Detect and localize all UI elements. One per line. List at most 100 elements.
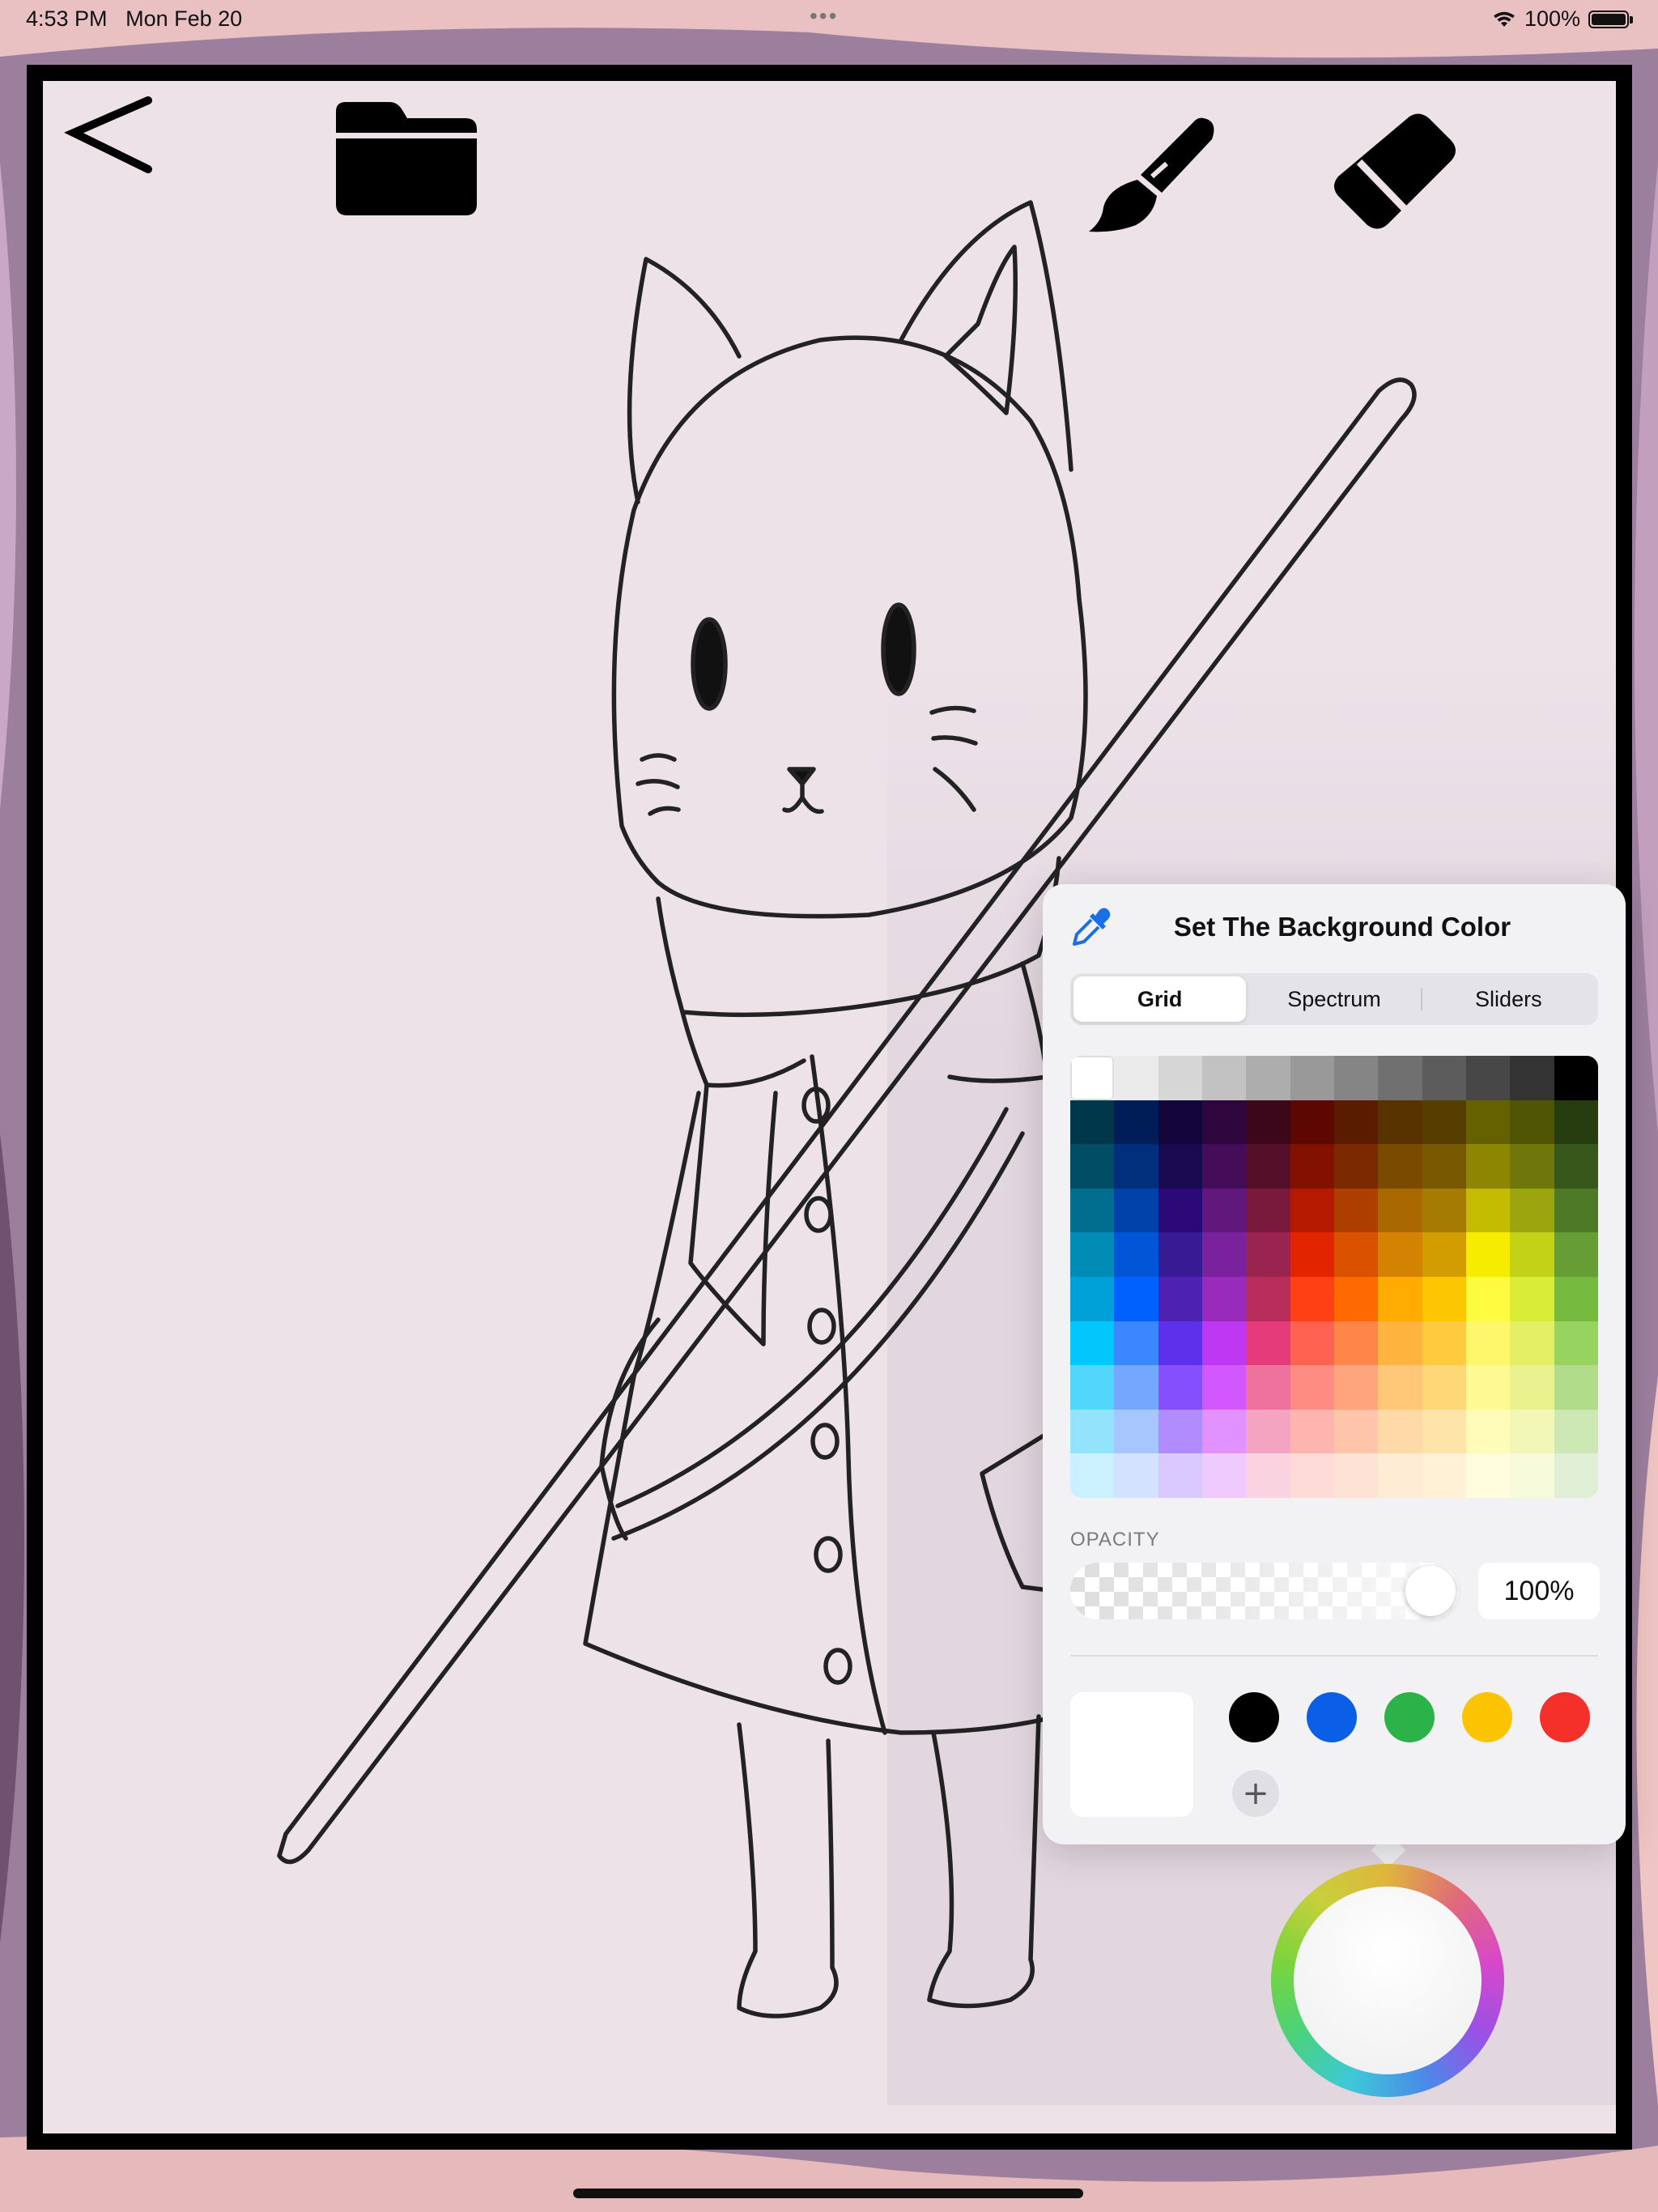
color-swatch[interactable] bbox=[1333, 1188, 1379, 1233]
color-swatch[interactable] bbox=[1510, 1409, 1554, 1454]
color-swatch[interactable] bbox=[1510, 1188, 1554, 1233]
color-swatch[interactable] bbox=[1465, 1188, 1511, 1233]
color-swatch[interactable] bbox=[1465, 1409, 1511, 1454]
color-swatch[interactable] bbox=[1554, 1232, 1598, 1277]
color-swatch[interactable] bbox=[1422, 1321, 1466, 1366]
tab-grid[interactable]: Grid bbox=[1073, 976, 1247, 1022]
color-swatch[interactable] bbox=[1201, 1056, 1247, 1100]
tab-spectrum[interactable]: Spectrum bbox=[1248, 976, 1420, 1022]
color-swatch[interactable] bbox=[1554, 1276, 1598, 1321]
color-swatch[interactable] bbox=[1422, 1453, 1466, 1498]
color-swatch[interactable] bbox=[1554, 1100, 1598, 1145]
color-swatch[interactable] bbox=[1290, 1188, 1334, 1233]
color-swatch[interactable] bbox=[1510, 1144, 1554, 1189]
color-swatch[interactable] bbox=[1422, 1365, 1466, 1410]
color-swatch[interactable] bbox=[1333, 1100, 1379, 1145]
color-swatch[interactable] bbox=[1554, 1453, 1598, 1498]
color-swatch[interactable] bbox=[1422, 1144, 1466, 1189]
color-swatch[interactable] bbox=[1510, 1056, 1554, 1100]
color-wheel-button[interactable] bbox=[1271, 1864, 1504, 2097]
opacity-slider-track[interactable] bbox=[1070, 1563, 1459, 1619]
color-swatch[interactable] bbox=[1465, 1276, 1511, 1321]
color-swatch[interactable] bbox=[1201, 1144, 1247, 1189]
color-swatch[interactable] bbox=[1070, 1276, 1115, 1321]
color-swatch[interactable] bbox=[1333, 1453, 1379, 1498]
color-swatch[interactable] bbox=[1246, 1409, 1290, 1454]
color-swatch[interactable] bbox=[1246, 1144, 1290, 1189]
color-swatch[interactable] bbox=[1290, 1056, 1334, 1100]
color-swatch[interactable] bbox=[1378, 1409, 1422, 1454]
color-swatch[interactable] bbox=[1378, 1365, 1422, 1410]
color-swatch[interactable] bbox=[1554, 1188, 1598, 1233]
color-swatch[interactable] bbox=[1246, 1453, 1290, 1498]
color-swatch[interactable] bbox=[1158, 1056, 1202, 1100]
color-swatch[interactable] bbox=[1158, 1453, 1202, 1498]
favorite-color-swatch[interactable] bbox=[1462, 1692, 1512, 1742]
home-indicator[interactable] bbox=[573, 2189, 1083, 2198]
color-swatch[interactable] bbox=[1290, 1276, 1334, 1321]
color-swatch[interactable] bbox=[1422, 1188, 1466, 1233]
color-swatch[interactable] bbox=[1290, 1232, 1334, 1277]
opacity-value-field[interactable]: 100% bbox=[1478, 1563, 1600, 1619]
color-swatch[interactable] bbox=[1070, 1232, 1115, 1277]
color-swatch[interactable] bbox=[1246, 1276, 1290, 1321]
color-swatch[interactable] bbox=[1070, 1100, 1115, 1145]
color-swatch[interactable] bbox=[1158, 1100, 1202, 1145]
color-swatch[interactable] bbox=[1201, 1100, 1247, 1145]
color-swatch[interactable] bbox=[1070, 1321, 1115, 1366]
color-swatch[interactable] bbox=[1333, 1232, 1379, 1277]
color-swatch[interactable] bbox=[1378, 1056, 1422, 1100]
color-swatch[interactable] bbox=[1114, 1056, 1158, 1100]
color-swatch[interactable] bbox=[1114, 1321, 1158, 1366]
color-swatch[interactable] bbox=[1290, 1100, 1334, 1145]
color-swatch[interactable] bbox=[1070, 1409, 1115, 1454]
color-swatch[interactable] bbox=[1333, 1321, 1379, 1366]
color-swatch[interactable] bbox=[1158, 1409, 1202, 1454]
color-swatch[interactable] bbox=[1158, 1188, 1202, 1233]
color-swatch[interactable] bbox=[1333, 1056, 1379, 1100]
color-swatch[interactable] bbox=[1246, 1365, 1290, 1410]
color-swatch[interactable] bbox=[1465, 1365, 1511, 1410]
color-swatch[interactable] bbox=[1158, 1365, 1202, 1410]
brush-button[interactable] bbox=[1082, 112, 1220, 233]
color-swatch[interactable] bbox=[1114, 1409, 1158, 1454]
color-swatch[interactable] bbox=[1158, 1232, 1202, 1277]
color-swatch[interactable] bbox=[1201, 1276, 1247, 1321]
color-swatch[interactable] bbox=[1246, 1100, 1290, 1145]
color-swatch[interactable] bbox=[1465, 1100, 1511, 1145]
color-swatch[interactable] bbox=[1510, 1232, 1554, 1277]
color-swatch[interactable] bbox=[1378, 1453, 1422, 1498]
color-swatch[interactable] bbox=[1114, 1232, 1158, 1277]
color-swatch[interactable] bbox=[1554, 1056, 1598, 1100]
color-swatch[interactable] bbox=[1378, 1276, 1422, 1321]
color-swatch[interactable] bbox=[1246, 1232, 1290, 1277]
color-swatch[interactable] bbox=[1510, 1365, 1554, 1410]
color-swatch[interactable] bbox=[1465, 1321, 1511, 1366]
color-swatch[interactable] bbox=[1201, 1453, 1247, 1498]
color-swatch[interactable] bbox=[1114, 1100, 1158, 1145]
color-swatch[interactable] bbox=[1114, 1453, 1158, 1498]
color-swatch[interactable] bbox=[1114, 1144, 1158, 1189]
add-favorite-button[interactable]: + bbox=[1232, 1770, 1279, 1817]
color-swatch[interactable] bbox=[1510, 1276, 1554, 1321]
folder-button[interactable] bbox=[336, 102, 477, 215]
color-swatch[interactable] bbox=[1246, 1321, 1290, 1366]
color-swatch[interactable] bbox=[1070, 1056, 1115, 1100]
color-swatch[interactable] bbox=[1465, 1144, 1511, 1189]
color-swatch[interactable] bbox=[1333, 1409, 1379, 1454]
color-swatch[interactable] bbox=[1290, 1144, 1334, 1189]
color-swatch[interactable] bbox=[1465, 1453, 1511, 1498]
color-swatch[interactable] bbox=[1246, 1188, 1290, 1233]
color-swatch[interactable] bbox=[1378, 1144, 1422, 1189]
color-swatch[interactable] bbox=[1422, 1232, 1466, 1277]
color-swatch[interactable] bbox=[1422, 1056, 1466, 1100]
favorite-color-swatch[interactable] bbox=[1540, 1692, 1590, 1742]
color-swatch[interactable] bbox=[1554, 1144, 1598, 1189]
color-swatch[interactable] bbox=[1158, 1144, 1202, 1189]
color-swatch[interactable] bbox=[1510, 1321, 1554, 1366]
color-swatch[interactable] bbox=[1158, 1276, 1202, 1321]
color-swatch[interactable] bbox=[1333, 1276, 1379, 1321]
color-swatch[interactable] bbox=[1114, 1365, 1158, 1410]
back-button[interactable] bbox=[57, 92, 155, 181]
favorite-color-swatch[interactable] bbox=[1229, 1692, 1279, 1742]
